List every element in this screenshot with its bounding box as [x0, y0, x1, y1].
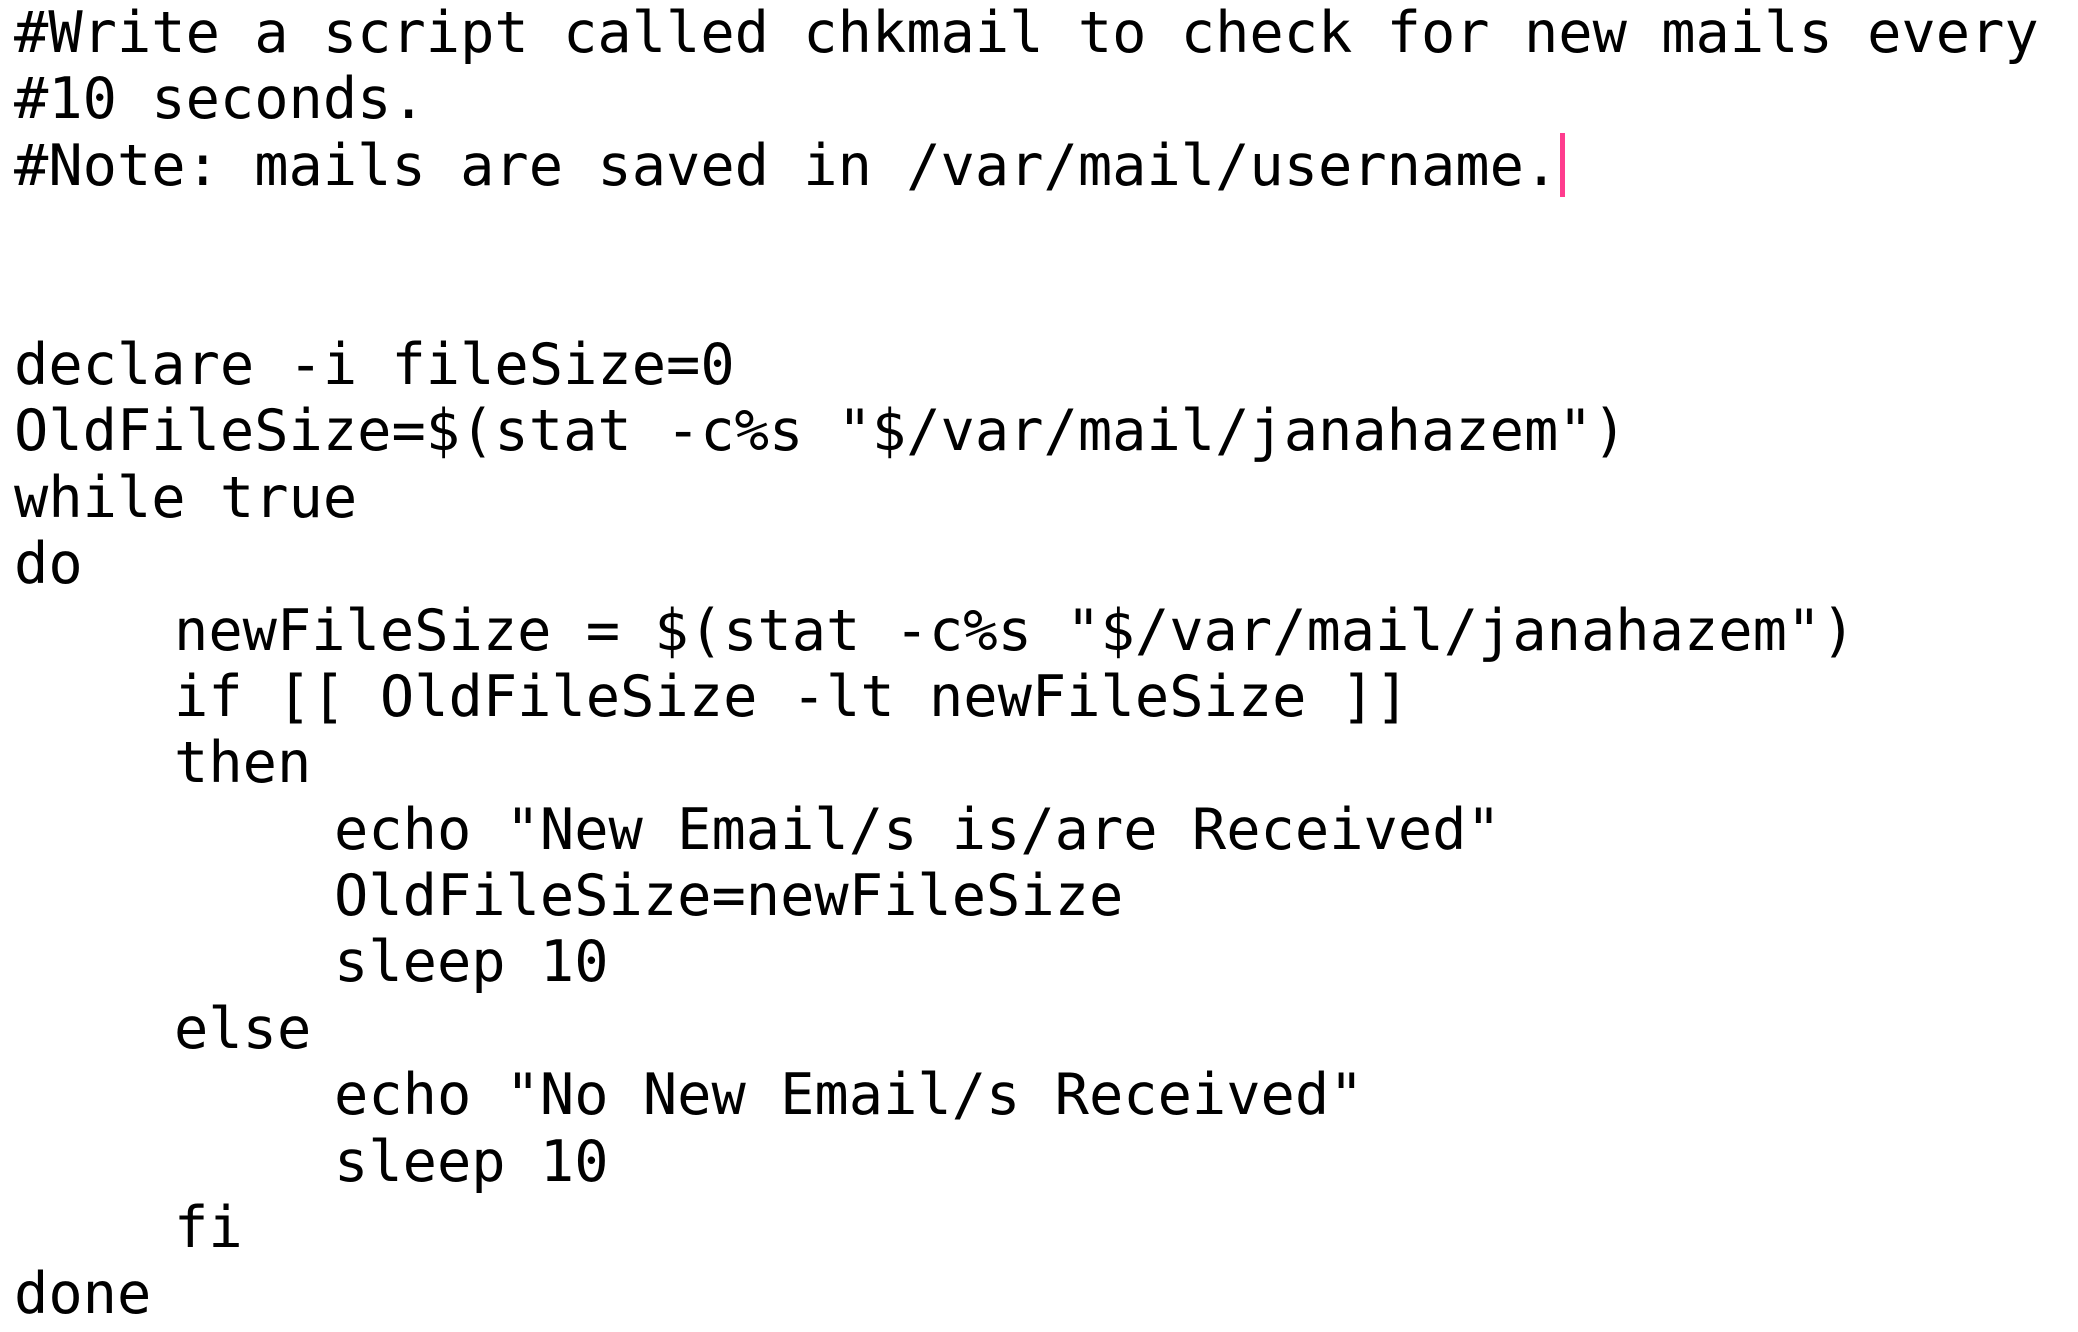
code-line-9: do [14, 531, 83, 598]
code-line-18: sleep 10 [334, 1128, 609, 1195]
code-line-12: then [174, 730, 312, 797]
code-line-8: while true [14, 464, 358, 531]
code-line-7: OldFileSize=$(stat -c%s "$/var/mail/jana… [14, 398, 1627, 465]
code-line-1: #Write a script called chkmail to check … [14, 0, 2039, 66]
code-line-6: declare -i fileSize=0 [14, 331, 735, 398]
code-line-3: #Note: mails are saved in /var/mail/user… [14, 133, 2064, 199]
code-line-14: OldFileSize=newFileSize [334, 863, 1124, 930]
code-line-19: fi [174, 1195, 243, 1262]
code-line-3-text: #Note: mails are saved in /var/mail/user… [14, 132, 1559, 199]
code-line-2: #10 seconds. [14, 66, 426, 133]
code-line-10: newFileSize = $(stat -c%s "$/var/mail/ja… [174, 597, 1856, 664]
code-line-15: sleep 10 [334, 929, 609, 996]
text-cursor [1560, 133, 1566, 198]
code-line-16: else [174, 995, 312, 1062]
code-line-20: done [14, 1261, 152, 1328]
code-line-11: if [[ OldFileSize -lt newFileSize ]] [174, 663, 1410, 730]
code-line-17: echo "No New Email/s Received" [334, 1062, 1364, 1129]
code-editor[interactable]: #Write a script called chkmail to check … [14, 0, 2064, 1332]
code-line-13: echo "New Email/s is/are Received" [334, 796, 1501, 863]
